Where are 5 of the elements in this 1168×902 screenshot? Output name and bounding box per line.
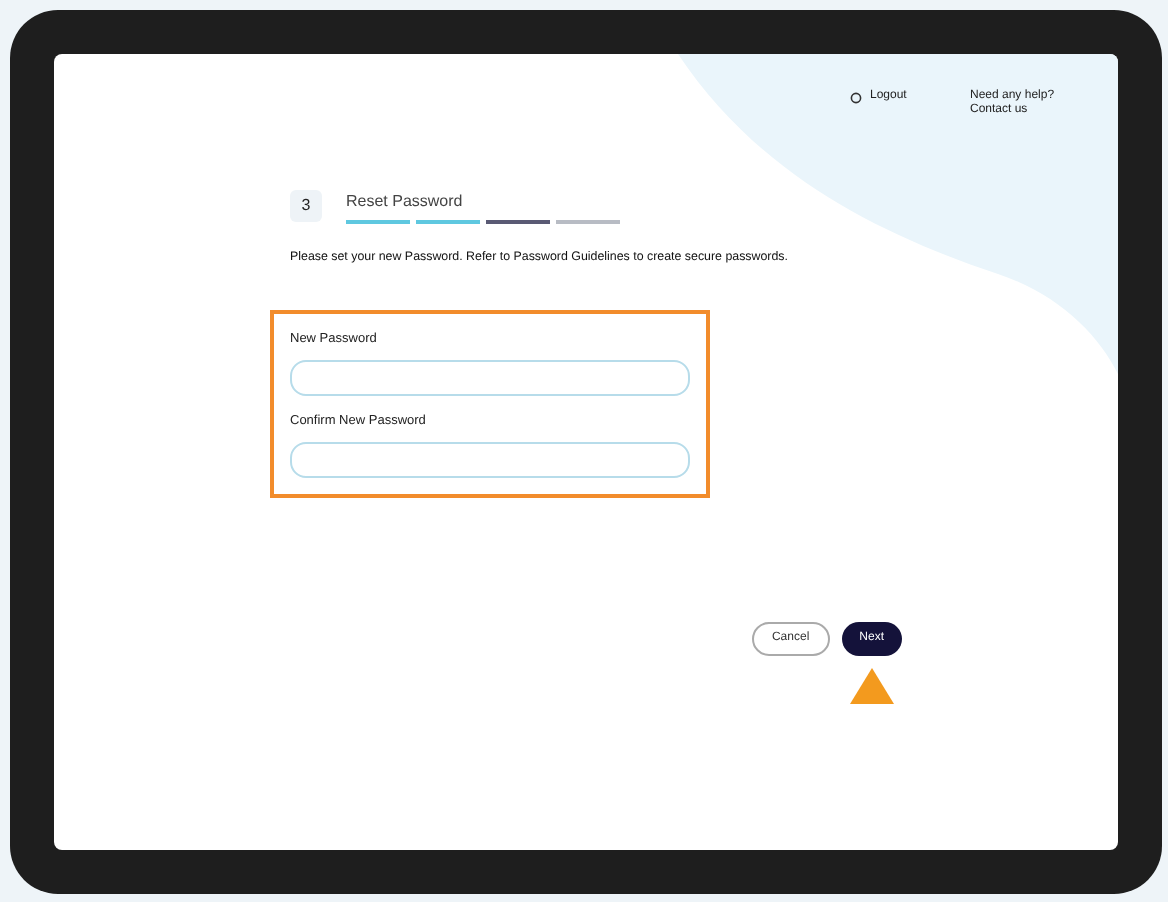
password-field[interactable] [290,441,690,478]
step-number: 3 [290,190,322,222]
password-field[interactable] [290,360,690,397]
step-title: Reset Password [346,190,465,214]
pointer-arrow-icon [849,667,894,704]
